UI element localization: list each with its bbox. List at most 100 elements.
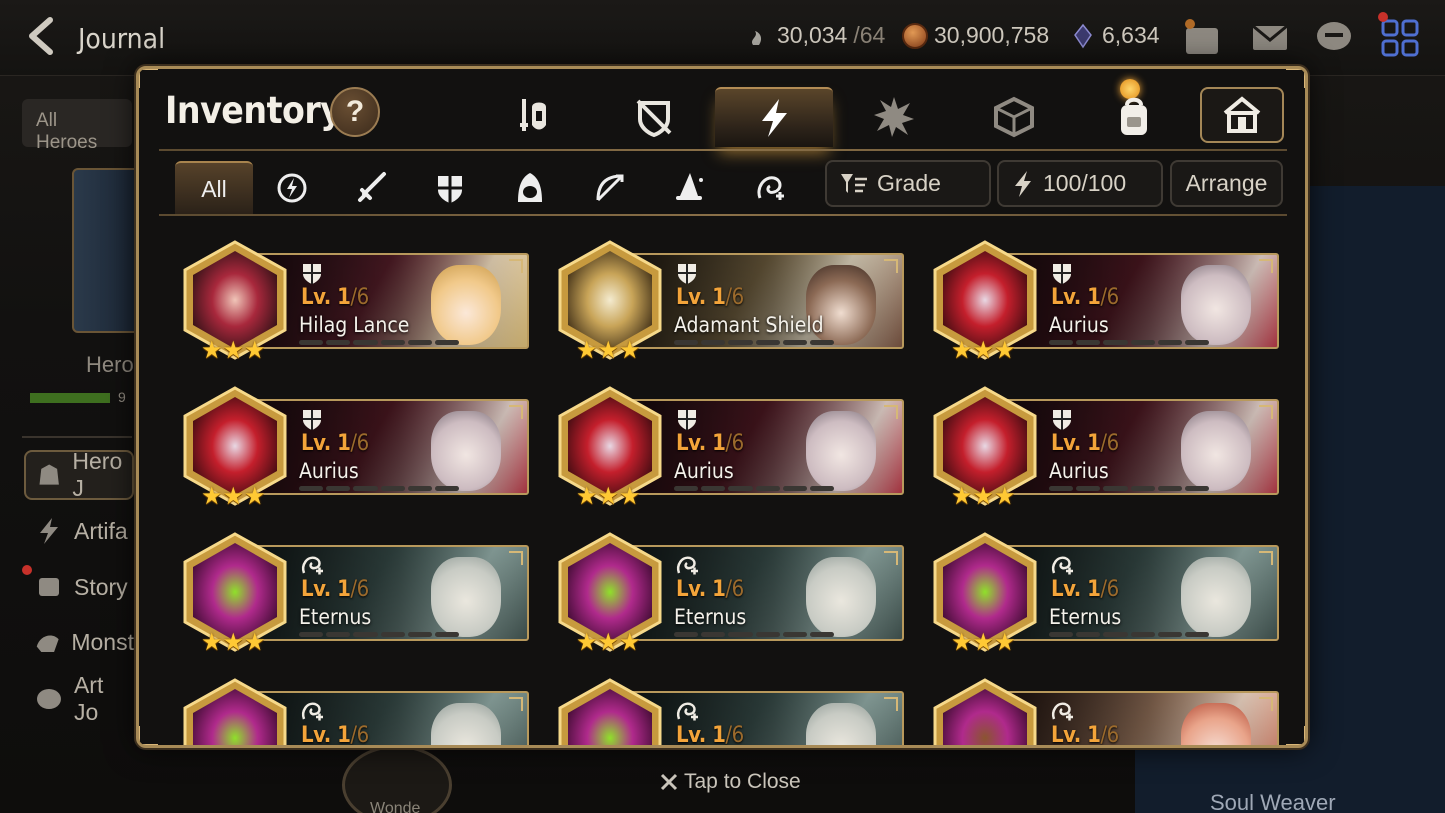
artifact-card[interactable]: Lv. 1/6★★★	[179, 677, 531, 745]
artifact-card[interactable]: Lv. 1/6 Eternus ★ ★ ★	[554, 531, 906, 659]
level-value: Lv. 1	[301, 285, 351, 310]
artifact-grid: Lv. 1/6 Hilag Lance ★ ★ ★ Lv. 1/6 Adamant Shie…	[159, 219, 1287, 745]
filter-soul-weaver[interactable]	[731, 161, 809, 215]
filter-mage[interactable]	[651, 161, 729, 215]
level-value: Lv. 1	[1051, 431, 1101, 456]
lightning-icon	[40, 518, 58, 544]
filter-thief[interactable]	[491, 161, 569, 215]
sidebar-divider	[22, 436, 132, 438]
star-icon: ★	[244, 337, 266, 364]
sidebar-item-hero-journal[interactable]: Hero J	[24, 448, 134, 501]
sort-grade-button[interactable]: Grade	[825, 160, 991, 207]
sidebar-item-artifact[interactable]: Artifa	[24, 506, 134, 556]
sidebar-item-label: Monst	[71, 628, 134, 655]
tab-materials[interactable]	[835, 87, 953, 147]
level-value: Lv. 1	[301, 577, 351, 602]
star-icon: ★	[244, 629, 266, 656]
skystone-counter: 6,634	[1070, 22, 1160, 49]
filter-warrior[interactable]	[333, 161, 411, 215]
artifact-character-art	[431, 411, 501, 491]
notification-dot	[1378, 12, 1388, 22]
star-icon: ★	[972, 629, 995, 656]
star-rating: ★ ★ ★	[201, 339, 266, 363]
artifact-card[interactable]: Lv. 1/6 Aurius ★ ★ ★	[929, 239, 1281, 367]
level-max: /6	[1100, 577, 1119, 602]
tap-to-close-label: Tap to Close	[684, 770, 801, 793]
star-icon: ★	[972, 337, 995, 364]
sidebar-item-label: Artifa	[74, 517, 128, 544]
storage-house-icon	[1223, 96, 1261, 133]
star-rating: ★ ★ ★	[201, 631, 266, 655]
sidebar-item-monster[interactable]: Monst	[24, 617, 134, 667]
knight-shield-icon	[303, 264, 321, 284]
artifact-card[interactable]: Lv. 1/6★★★	[929, 677, 1281, 745]
mail-icon[interactable]	[1250, 18, 1290, 58]
panel-corner	[1286, 69, 1305, 88]
back-arrow-icon[interactable]	[22, 16, 62, 56]
skystone-value: 6,634	[1102, 22, 1160, 48]
artifact-card[interactable]: Lv. 1/6 Aurius ★ ★ ★	[179, 385, 531, 513]
artifact-card[interactable]: Lv. 1/6 Hilag Lance ★ ★ ★	[179, 239, 531, 367]
enhance-progress-bar	[299, 486, 460, 491]
stamina-counter: 30,034/64	[745, 22, 885, 49]
tab-artifacts[interactable]	[715, 87, 833, 147]
tab-items[interactable]	[955, 87, 1073, 147]
sidebar-item-label: Art Jo	[73, 672, 104, 725]
enhance-progress-bar	[674, 340, 835, 345]
artifact-level: Lv. 1/6	[676, 285, 744, 310]
banner-corner	[1259, 551, 1273, 565]
filter-ranger[interactable]	[571, 161, 649, 215]
knight-shield-icon	[678, 410, 696, 430]
arrange-button[interactable]: Arrange	[1170, 160, 1283, 207]
filter-knight[interactable]	[411, 161, 489, 215]
artifact-card[interactable]: Lv. 1/6 Eternus ★ ★ ★	[179, 531, 531, 659]
star-icon: ★	[597, 483, 620, 510]
banner-corner	[509, 405, 523, 419]
menu-grid-icon[interactable]	[1380, 18, 1420, 58]
tab-equipment[interactable]	[475, 87, 593, 147]
shop-icon[interactable]	[1182, 18, 1222, 58]
artifact-card[interactable]: Lv. 1/6 Aurius ★ ★ ★	[554, 385, 906, 513]
sidebar-item-story[interactable]: Story	[24, 562, 134, 612]
star-icon: ★	[576, 337, 598, 364]
enhance-progress-bar	[299, 632, 460, 637]
chat-icon[interactable]	[1314, 18, 1354, 58]
knight-shield-icon	[438, 176, 462, 203]
capacity-button[interactable]: 100/100	[997, 160, 1163, 207]
artifact-card[interactable]: Lv. 1/6★★★	[554, 677, 906, 745]
hero-filter-dropdown[interactable]: All Heroes	[22, 99, 132, 153]
artifact-level: Lv. 1/6	[676, 723, 744, 745]
sidebar-item-art-journal[interactable]: Art Jo	[24, 672, 134, 725]
knight-shield-icon	[1053, 410, 1071, 430]
tab-disabled-equipment[interactable]	[595, 87, 713, 147]
artifact-card[interactable]: Lv. 1/6 Aurius ★ ★ ★	[929, 385, 1281, 513]
banner-corner	[1259, 259, 1273, 273]
cube-icon	[994, 96, 1034, 138]
star-icon: ★	[994, 629, 1016, 656]
enhance-progress-bar	[1049, 632, 1210, 637]
soul-weaver-icon	[677, 702, 698, 721]
artifact-character-art	[1181, 265, 1251, 345]
monster-icon	[36, 635, 59, 653]
artifact-character-art	[806, 703, 876, 745]
filter-all[interactable]: All	[175, 161, 253, 215]
filter-all-classes[interactable]	[253, 161, 331, 215]
artifact-name: Aurius	[1049, 313, 1109, 337]
artifact-card[interactable]: Lv. 1/6 Eternus ★ ★ ★	[929, 531, 1281, 659]
storage-button[interactable]	[1200, 87, 1284, 143]
artifact-name: Aurius	[299, 459, 359, 483]
artifact-card[interactable]: Lv. 1/6 Adamant Shield ★ ★ ★	[554, 239, 906, 367]
star-rating: ★ ★ ★	[951, 485, 1016, 509]
tap-to-close[interactable]: Tap to Close	[660, 770, 801, 794]
artifact-level: Lv. 1/6	[301, 723, 369, 745]
star-icon: ★	[619, 337, 641, 364]
x-icon	[660, 773, 678, 791]
palette-icon	[36, 689, 61, 709]
help-button[interactable]: ?	[330, 87, 380, 137]
artifact-level: Lv. 1/6	[1051, 723, 1119, 745]
tab-bag[interactable]	[1075, 87, 1193, 147]
star-icon: ★	[201, 629, 223, 656]
warrior-sword-icon	[358, 172, 386, 202]
banner-corner	[884, 697, 898, 711]
knight-shield-icon	[678, 264, 696, 284]
